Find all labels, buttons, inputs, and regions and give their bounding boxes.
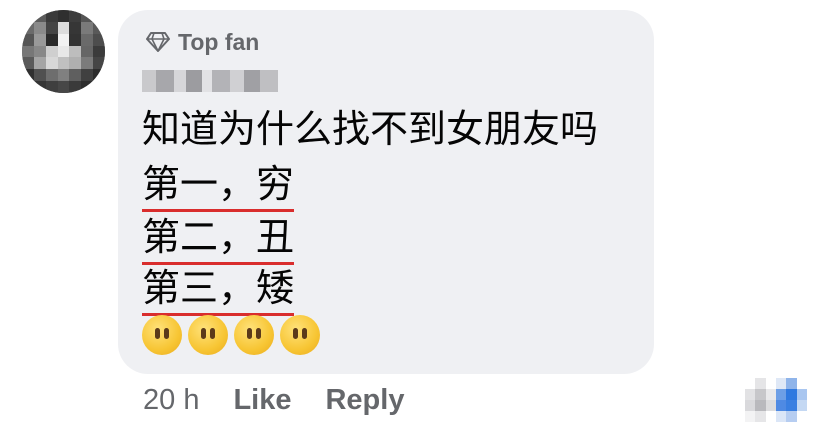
- emoji-row: [142, 315, 320, 355]
- comment-container: Top fan 知道为什么找不到女朋友吗 第一，穷 第二，丑 第三，矮 20 h…: [0, 0, 828, 426]
- reply-button[interactable]: Reply: [325, 384, 404, 417]
- face-without-mouth-icon: [142, 315, 182, 355]
- comment-bubble: Top fan 知道为什么找不到女朋友吗 第一，穷 第二，丑 第三，矮: [118, 10, 654, 374]
- comment-text-line-4: 第三，矮: [142, 266, 295, 316]
- avatar[interactable]: [22, 10, 105, 93]
- comment-text-line-3: 第二，丑: [142, 215, 295, 265]
- underlined-text: 第二，丑: [142, 215, 295, 265]
- underlined-text: 第三，矮: [142, 266, 295, 316]
- like-button[interactable]: Like: [233, 384, 291, 417]
- comment-text-line-2: 第一，穷: [142, 162, 295, 212]
- timestamp[interactable]: 20 h: [143, 384, 199, 417]
- top-fan-badge[interactable]: Top fan: [146, 26, 259, 58]
- comment-text-line-1: 知道为什么找不到女朋友吗: [142, 107, 599, 151]
- underlined-text: 第一，穷: [142, 162, 295, 212]
- reaction-summary[interactable]: [745, 378, 807, 422]
- badge-label: Top fan: [178, 28, 260, 55]
- author-name[interactable]: [142, 70, 278, 92]
- face-without-mouth-icon: [280, 315, 320, 355]
- comment-actions: 20 h Like Reply: [143, 384, 404, 417]
- diamond-icon: [146, 32, 170, 52]
- face-without-mouth-icon: [234, 315, 274, 355]
- face-without-mouth-icon: [188, 315, 228, 355]
